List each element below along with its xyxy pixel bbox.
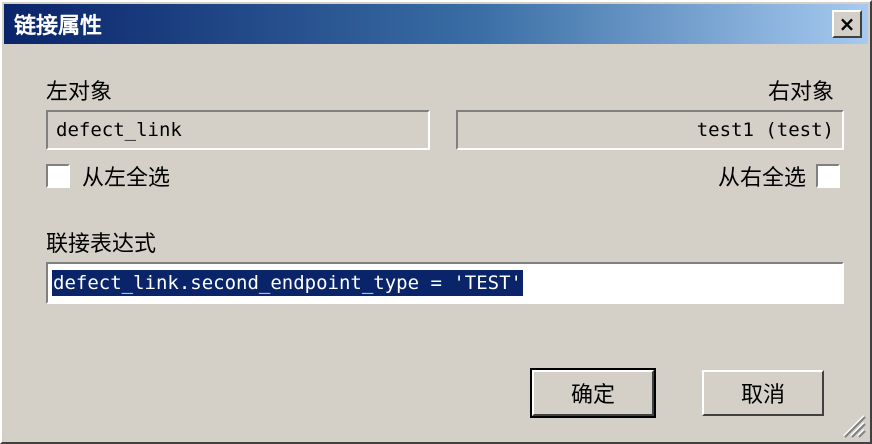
select-all-right-label: 从右全选 bbox=[717, 166, 806, 191]
left-object-label: 左对象 bbox=[46, 80, 113, 105]
left-object-value: defect_link bbox=[56, 119, 182, 141]
select-all-left-row[interactable]: 从左全选 bbox=[46, 160, 170, 192]
dialog-title: 链接属性 bbox=[14, 14, 103, 39]
cancel-button[interactable]: 取消 bbox=[702, 370, 824, 416]
ok-button[interactable]: 确定 bbox=[530, 368, 656, 418]
left-object-field[interactable]: defect_link bbox=[46, 110, 430, 150]
ok-button-label: 确定 bbox=[570, 383, 615, 408]
resize-grip-icon[interactable] bbox=[840, 412, 866, 438]
right-object-field[interactable]: test1 (test) bbox=[456, 110, 844, 150]
close-button[interactable]: × bbox=[832, 10, 862, 38]
select-all-right-row[interactable]: 从右全选 bbox=[718, 160, 840, 192]
right-object-label: 右对象 bbox=[767, 80, 834, 105]
close-icon: × bbox=[838, 12, 856, 36]
select-all-left-label: 从左全选 bbox=[82, 166, 171, 191]
right-object-value: test1 (test) bbox=[696, 119, 834, 141]
select-all-right-checkbox[interactable] bbox=[816, 164, 840, 188]
cancel-button-label: 取消 bbox=[740, 383, 785, 408]
join-expression-value: defect_link.second_endpoint_type = 'TEST… bbox=[52, 270, 523, 296]
select-all-left-checkbox[interactable] bbox=[46, 164, 70, 188]
title-bar[interactable]: 链接属性 × bbox=[4, 4, 868, 44]
link-properties-dialog: 链接属性 × 左对象 右对象 defect_link test1 (test) … bbox=[0, 0, 872, 444]
join-expression-label: 联接表达式 bbox=[46, 232, 157, 257]
join-expression-input[interactable]: defect_link.second_endpoint_type = 'TEST… bbox=[46, 262, 844, 304]
